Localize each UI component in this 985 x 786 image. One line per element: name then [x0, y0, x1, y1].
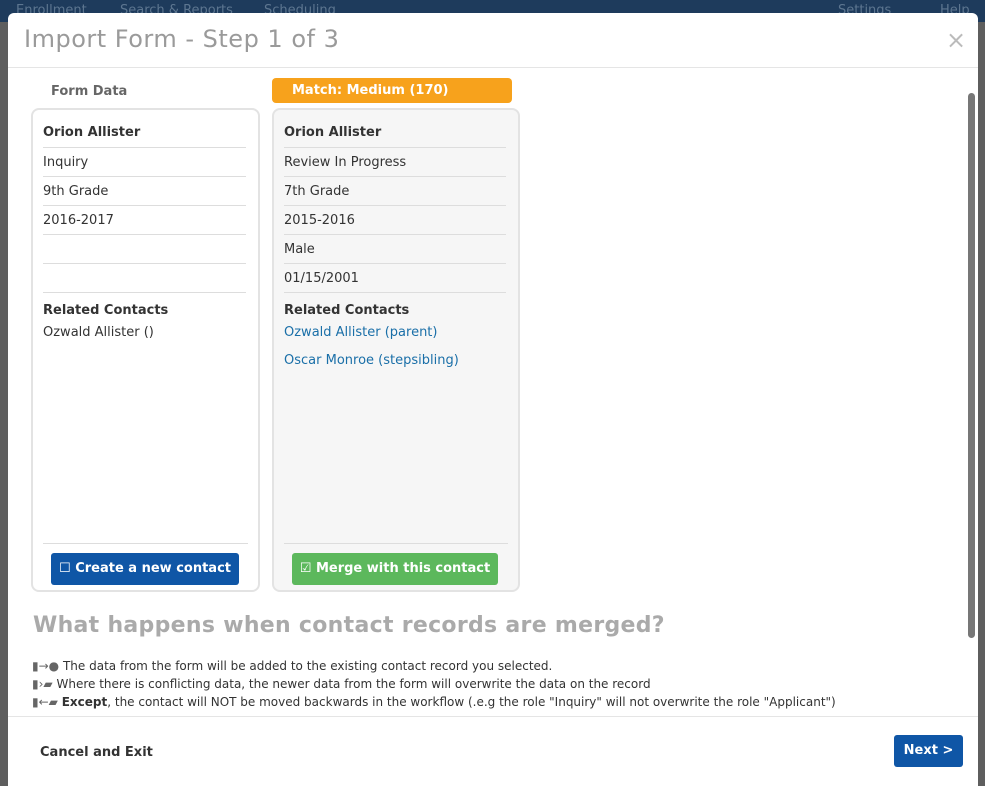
form-contact-name: Orion Allister [43, 110, 246, 148]
merge-help-heading: What happens when contact records are me… [33, 613, 665, 638]
background-page [0, 22, 8, 786]
help-line-except: ▮←▰ Except, the contact will NOT be move… [32, 695, 836, 709]
form-related-contacts-title: Related Contacts [43, 303, 169, 318]
create-new-contact-button[interactable]: ☐ Create a new contact [51, 553, 239, 585]
modal-header: Import Form - Step 1 of 3 × [8, 13, 978, 68]
form-data-card: Orion Allister Inquiry 9th Grade 2016-20… [31, 108, 260, 592]
match-field-gender: Male [284, 235, 506, 264]
match-related-contacts-title: Related Contacts [284, 303, 410, 318]
background-page-right [978, 22, 985, 786]
match-field-year: 2015-2016 [284, 206, 506, 235]
form-field-role: Inquiry [43, 148, 246, 177]
card-divider [43, 543, 248, 544]
modal-footer: Cancel and Exit Next > [8, 716, 978, 786]
file-overwrite-folder-icon: ▮›▰ [32, 677, 53, 691]
square-outline-icon: ☐ [59, 561, 71, 576]
related-contact-link-stepsibling[interactable]: Oscar Monroe (stepsibling) [284, 353, 459, 368]
file-to-user-icon: ▮→● [32, 659, 60, 673]
match-badge: Match: Medium (170) [272, 78, 512, 103]
form-related-contact: Ozwald Allister () [43, 325, 154, 340]
check-square-icon: ☑ [299, 561, 312, 576]
merge-with-contact-button[interactable]: ☑ Merge with this contact [292, 553, 498, 585]
import-form-modal: Import Form - Step 1 of 3 × Form Data Or… [8, 13, 978, 786]
help-line-add: ▮→● The data from the form will be added… [32, 659, 553, 673]
close-icon[interactable]: × [946, 26, 966, 54]
form-field-year: 2016-2017 [43, 206, 246, 235]
form-field-birthdate [43, 264, 246, 293]
cancel-and-exit-button[interactable]: Cancel and Exit [40, 745, 153, 760]
match-field-role: Review In Progress [284, 148, 506, 177]
related-contact-link-parent[interactable]: Ozwald Allister (parent) [284, 325, 437, 340]
scrollbar[interactable] [968, 93, 975, 638]
modal-title: Import Form - Step 1 of 3 [24, 25, 340, 53]
form-data-label: Form Data [51, 84, 128, 99]
card-divider [284, 543, 508, 544]
match-contact-card: Orion Allister Review In Progress 7th Gr… [272, 108, 520, 592]
file-from-folder-icon: ▮←▰ [32, 695, 58, 709]
match-field-birthdate: 01/15/2001 [284, 264, 506, 293]
help-line-overwrite: ▮›▰ Where there is conflicting data, the… [32, 677, 651, 691]
match-contact-name: Orion Allister [284, 110, 506, 148]
match-field-grade: 7th Grade [284, 177, 506, 206]
form-field-grade: 9th Grade [43, 177, 246, 206]
next-button[interactable]: Next > [894, 735, 963, 767]
form-field-gender [43, 235, 246, 264]
